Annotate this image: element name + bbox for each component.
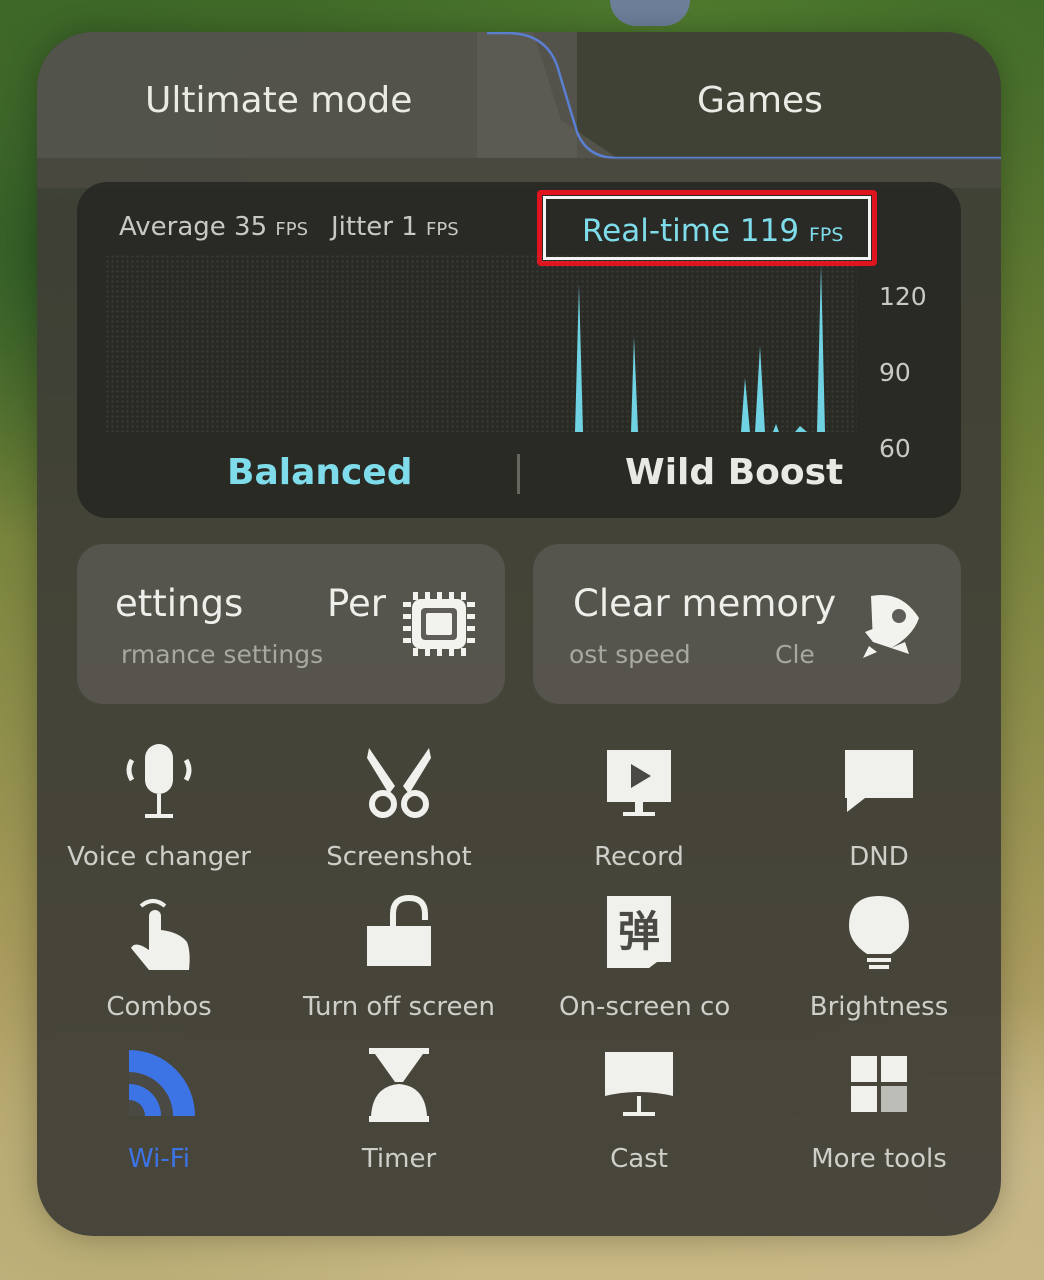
danmaku-icon: 弹 [607, 896, 671, 968]
mode-divider [517, 454, 520, 494]
fps-spike [817, 264, 825, 432]
more-tools-label: More tools [811, 1144, 947, 1174]
hourglass-icon [369, 1048, 429, 1122]
perf-title-a: ettings [115, 582, 244, 625]
tool-turn-off-screen[interactable]: Turn off screen [277, 892, 521, 1032]
turn-off-screen-label: Turn off screen [303, 992, 495, 1022]
y-tick-60: 60 [879, 434, 911, 463]
dnd-icon [845, 750, 913, 812]
voice-changer-label: Voice changer [67, 842, 251, 872]
clear-memory-card[interactable]: Clear memory ost speed Cle [533, 544, 961, 704]
wifi-label: Wi-Fi [127, 1144, 191, 1174]
realtime-fps: Real-time 119 FPS [582, 213, 843, 249]
tool-cast[interactable]: Cast [517, 1044, 761, 1184]
jitter-fps-value: Jitter 1 [331, 212, 418, 242]
y-tick-120: 120 [879, 282, 927, 311]
record-label: Record [594, 842, 684, 872]
fps-spike [631, 336, 638, 432]
fps-spike [575, 284, 583, 432]
dnd-label: DND [849, 842, 909, 872]
chip-icon [403, 592, 475, 656]
clear-memory-sub-a: ost speed [569, 640, 691, 669]
tool-screenshot[interactable]: Screenshot [277, 742, 521, 882]
microphone-icon [126, 744, 192, 818]
record-screen-icon [607, 750, 671, 816]
tool-dnd[interactable]: DND [757, 742, 1001, 882]
tool-timer[interactable]: Timer [277, 1044, 521, 1184]
tab-ultimate-mode[interactable]: Ultimate mode [145, 80, 412, 121]
tool-brightness[interactable]: Brightness [757, 892, 1001, 1032]
realtime-fps-value: Real-time 119 [582, 213, 800, 249]
performance-settings-card[interactable]: ettings Per rmance settings [77, 544, 505, 704]
jitter-fps: Jitter 1 FPS [331, 212, 459, 242]
game-assistant-panel: Ultimate mode Games Average 35 FPS Jitte… [37, 32, 1001, 1236]
jitter-fps-unit: FPS [426, 219, 459, 240]
fps-spike [795, 426, 807, 432]
tool-wifi[interactable]: Wi-Fi [37, 1044, 281, 1184]
scissors-icon [367, 748, 431, 818]
tool-on-screen-comments[interactable]: 弹 On-screen co [517, 892, 761, 1032]
lightbulb-icon [849, 896, 909, 969]
cast-label: Cast [610, 1144, 668, 1174]
perf-subtitle: rmance settings [121, 640, 324, 669]
realtime-fps-unit: FPS [808, 224, 844, 246]
perf-title-b: Per [327, 582, 386, 625]
wifi-icon [129, 1050, 195, 1116]
unlocked-padlock-icon [367, 894, 431, 966]
tool-record[interactable]: Record [517, 742, 761, 882]
combos-label: Combos [106, 992, 212, 1022]
fps-spike [755, 346, 765, 432]
average-fps-unit: FPS [275, 219, 309, 240]
mode-balanced[interactable]: Balanced [227, 452, 413, 493]
clear-memory-sub-b: Cle [775, 640, 815, 669]
average-fps-value: Average 35 [119, 212, 268, 242]
on-screen-comments-label: On-screen co [559, 992, 731, 1022]
clear-memory-title: Clear memory [573, 582, 837, 625]
fps-spike [773, 424, 779, 432]
fps-chart [575, 264, 825, 432]
mode-wild-boost[interactable]: Wild Boost [625, 452, 843, 493]
timer-label: Timer [361, 1144, 437, 1174]
fps-card: Average 35 FPS Jitter 1 FPS Real-time 11… [77, 182, 961, 518]
tool-more-tools[interactable]: More tools [757, 1044, 1001, 1184]
tap-gesture-icon [131, 899, 190, 970]
fps-spike [741, 378, 750, 432]
brightness-label: Brightness [809, 992, 949, 1022]
cast-screen-icon [605, 1052, 673, 1116]
grid-icon [851, 1056, 907, 1112]
rocket-icon [863, 594, 919, 658]
svg-text:弹: 弹 [618, 907, 660, 956]
y-tick-90: 90 [879, 358, 911, 387]
tool-voice-changer[interactable]: Voice changer [37, 742, 281, 882]
average-fps: Average 35 FPS [119, 212, 308, 242]
tab-games[interactable]: Games [697, 80, 823, 121]
screenshot-label: Screenshot [326, 842, 472, 872]
tool-combos[interactable]: Combos [37, 892, 281, 1032]
